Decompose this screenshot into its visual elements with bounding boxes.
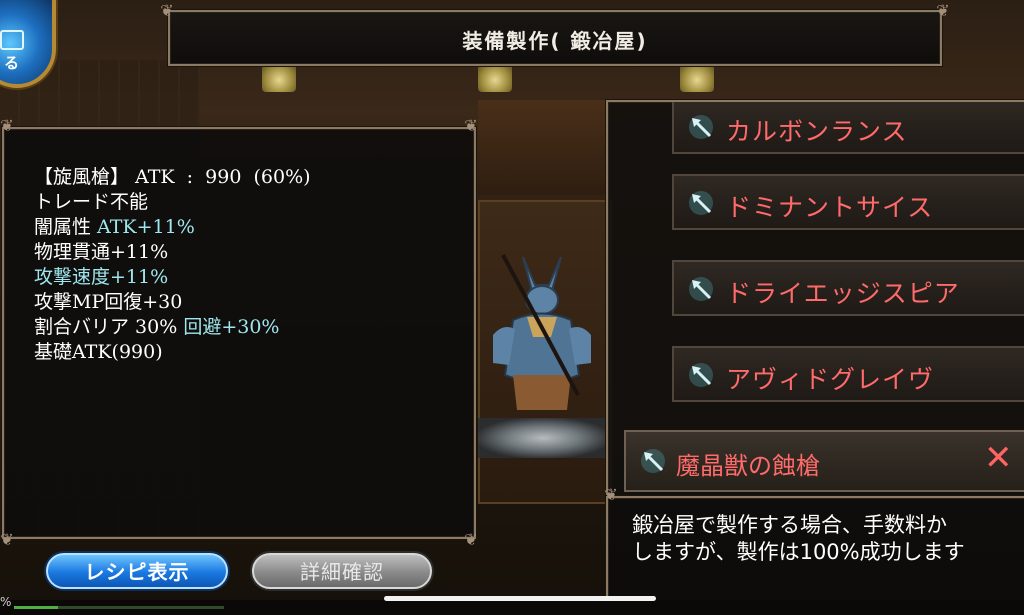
ornament-icon: ❦ [160,1,174,20]
progress-fill [14,606,59,609]
description-line: しますが、製作は100%成功します [632,540,965,564]
stat-line-mp-recovery: 攻撃MP回復+30 [34,291,183,313]
ornament-icon: ❦ [936,1,950,20]
stat-label: 闇属性 [34,216,98,238]
ornament-icon: ❦ [464,530,478,549]
item-stats-panel: ❦ ❦ ❦ ❦ 【旋風槍】 ATK : 990 (60%) トレード不能 闇属性… [0,117,477,549]
stat-line-name: 【旋風槍】 ATK : 990 (60%) [34,166,311,188]
recipe-name: カルボンランス [726,117,908,146]
menu-label: る [4,54,20,72]
lamp [680,62,714,92]
percent-label: % [0,595,12,609]
blacksmith-npc [493,254,591,410]
progress-bar [14,606,224,609]
stat-line-penetration: 物理貫通+11% [34,241,169,263]
stat-line-base-atk: 基礎ATK(990) [34,341,163,363]
recipe-name: 魔晶獣の蝕槍 [676,452,820,480]
ornament-icon: ❦ [0,116,14,135]
spear-icon [641,449,665,473]
ornament-icon: ❦ [604,485,618,504]
stat-line-barrier: 割合バリア 30% 回避+30% [34,315,311,340]
item-stats: 【旋風槍】 ATK : 990 (60%) トレード不能 闇属性 ATK+11%… [34,165,311,365]
detail-confirm-button[interactable]: 詳細確認 [252,553,432,589]
description-text: 鍛冶屋で製作する場合、手数料か しますが、製作は100%成功します [632,512,965,566]
selected-recipe-item[interactable]: 魔晶獣の蝕槍 ✕ [624,430,1024,492]
recipe-name: ドライエッジスピア [726,279,960,308]
stat-value: ATK+11% [97,216,195,238]
recipe-item[interactable]: アヴィドグレイヴ [672,346,1024,402]
lamp [262,62,296,92]
title-bar: ❦ ❦ 装備製作( 鍛冶屋) [160,2,950,66]
recipe-name: ドミナントサイス [726,193,934,222]
ornament-icon: ❦ [0,530,14,549]
spear-icon [689,191,713,215]
menu-icon [0,30,24,50]
page-title: 装備製作( 鍛冶屋) [462,29,648,53]
home-indicator[interactable] [384,596,656,601]
description-line: 鍛冶屋で製作する場合、手数料か [632,513,947,537]
stat-line-element: 闇属性 ATK+11% [34,215,311,240]
recipe-item[interactable]: ドミナントサイス [672,174,1024,230]
spear-icon [689,363,713,387]
stat-value: 回避+30% [183,316,280,338]
stat-line-attack-speed: 攻撃速度+11% [34,266,169,288]
stat-line-trade: トレード不能 [34,191,149,213]
stat-label: 割合バリア 30% [34,316,184,338]
description-panel: ❦ 鍛冶屋で製作する場合、手数料か しますが、製作は100%成功します [604,486,1024,605]
spear-icon [689,115,713,139]
floor-emblem [478,418,608,458]
recipe-item[interactable]: ドライエッジスピア [672,260,1024,316]
ornament-icon: ❦ [464,116,478,135]
close-icon[interactable]: ✕ [984,438,1013,478]
lamp [478,62,512,92]
recipe-item[interactable]: カルボンランス [672,102,1024,154]
recipe-display-button[interactable]: レシピ表示 [46,553,228,589]
shop-pillar [478,100,608,195]
spear-icon [689,277,713,301]
recipe-name: アヴィドグレイヴ [726,365,935,394]
